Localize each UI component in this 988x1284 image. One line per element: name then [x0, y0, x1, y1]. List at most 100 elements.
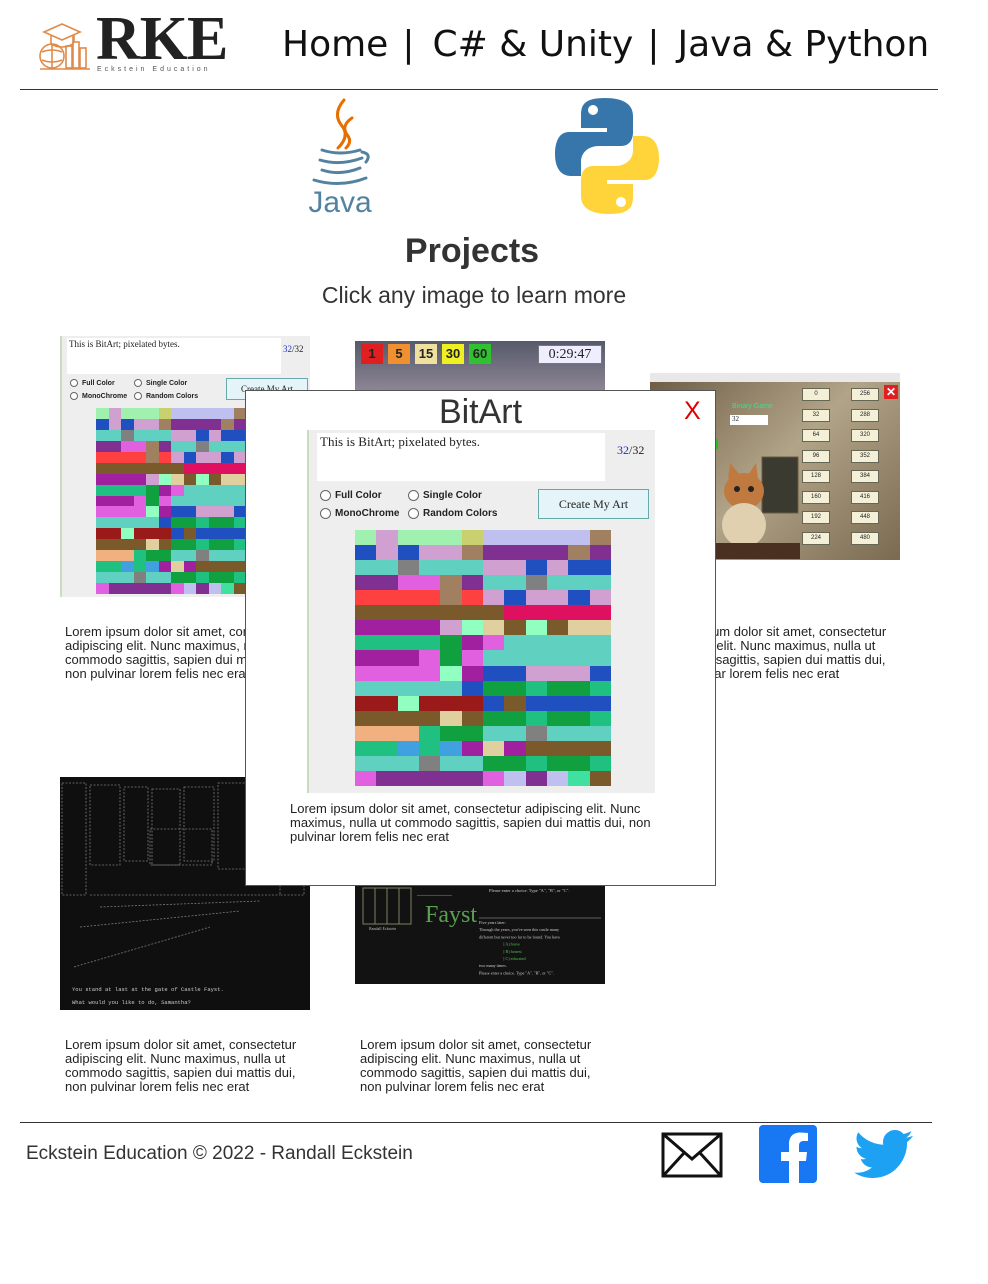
pixel-cell	[419, 650, 441, 666]
pixel-cell	[504, 605, 526, 621]
pixel-cell	[108, 451, 121, 463]
pixel-cell	[355, 725, 377, 741]
modal-bitart-screenshot: This is BitArt; pixelated bytes. 32/32 F…	[307, 430, 655, 793]
pixel-cell	[547, 650, 569, 666]
pixel-cell	[419, 740, 441, 756]
pixel-cell	[589, 560, 611, 576]
nav-java-python-link[interactable]: Java & Python	[677, 24, 929, 65]
nav-home-link[interactable]: Home	[282, 24, 388, 65]
binary-value-box: 352	[851, 449, 879, 463]
pixel-cell	[376, 530, 398, 546]
pixel-cell	[397, 770, 419, 786]
pixel-cell	[589, 680, 611, 696]
radio-monochrome: MonoChrome	[320, 508, 399, 519]
pixel-cell	[440, 725, 462, 741]
pixel-cell	[589, 620, 611, 636]
pixel-cell	[568, 560, 590, 576]
nav-separator: |	[647, 24, 660, 65]
pixel-cell	[461, 590, 483, 606]
bitart-textarea: This is BitArt; pixelated bytes.	[317, 433, 605, 481]
pixel-cell	[221, 539, 234, 551]
pixel-cell	[171, 583, 184, 594]
pixel-cell	[568, 725, 590, 741]
binary-value-box: 160	[802, 490, 830, 504]
pixel-cell	[440, 770, 462, 786]
modal-close-button[interactable]: X	[684, 397, 701, 426]
pixel-cell	[108, 528, 121, 540]
timer-button: 15	[415, 344, 437, 364]
pixel-cell	[547, 680, 569, 696]
pixel-cell	[461, 530, 483, 546]
console-line: ] A) brave	[503, 942, 520, 947]
pixel-cell	[568, 590, 590, 606]
pixel-cell	[355, 620, 377, 636]
pixel-cell	[504, 695, 526, 711]
pixel-cell	[397, 650, 419, 666]
castle-line-1: You stand at last at the gate of Castle …	[72, 986, 224, 993]
pixel-cell	[183, 561, 196, 573]
pixel-cell	[121, 539, 134, 551]
pixel-cell	[133, 561, 146, 573]
header-divider	[20, 89, 938, 90]
pixel-cell	[96, 473, 109, 485]
pixel-cell	[158, 484, 171, 496]
pixel-cell	[461, 620, 483, 636]
pixel-cell	[397, 635, 419, 651]
pixel-cell	[397, 755, 419, 771]
pixel-cell	[183, 451, 196, 463]
radio-single-color: Single Color	[408, 490, 482, 501]
pixel-cell	[221, 440, 234, 452]
pixel-cell	[483, 755, 505, 771]
pixel-cell	[568, 545, 590, 561]
facebook-icon[interactable]	[759, 1125, 817, 1183]
pixel-cell	[547, 665, 569, 681]
pixel-cell	[568, 680, 590, 696]
pixel-cell	[96, 517, 109, 529]
pixel-cell	[355, 605, 377, 621]
logo-emblem-icon[interactable]	[36, 20, 92, 72]
pixel-cell	[483, 545, 505, 561]
pixel-cell	[158, 572, 171, 584]
pixel-cell	[121, 495, 134, 507]
pixel-cell	[440, 740, 462, 756]
pixel-cell	[171, 572, 184, 584]
mail-icon[interactable]	[660, 1131, 724, 1179]
python-logo-icon	[553, 96, 661, 218]
pixel-cell	[221, 408, 234, 419]
pixel-cell	[121, 572, 134, 584]
pixel-cell	[397, 575, 419, 591]
pixel-cell	[133, 517, 146, 529]
radio-single-color: Single Color	[134, 379, 187, 387]
pixel-cell	[568, 755, 590, 771]
pixel-cell	[108, 418, 121, 430]
pixel-cell	[146, 462, 159, 474]
pixel-cell	[525, 740, 547, 756]
pixel-cell	[397, 530, 419, 546]
pixel-cell	[355, 755, 377, 771]
twitter-icon[interactable]	[854, 1130, 914, 1180]
nav-csharp-unity-link[interactable]: C# & Unity	[432, 24, 633, 65]
pixel-cell	[146, 451, 159, 463]
pixel-cell	[108, 572, 121, 584]
pixel-cell	[196, 528, 209, 540]
pixel-cell	[208, 572, 221, 584]
project-thumbnail-console[interactable]: _____ Fayst Randall Eckstein Please ente…	[355, 884, 605, 984]
console-line: ] C) educated	[503, 956, 526, 961]
pixel-cell	[96, 539, 109, 551]
pixel-cell	[158, 506, 171, 518]
pixel-cell	[355, 590, 377, 606]
pixel-cell	[376, 545, 398, 561]
project-description: Lorem ipsum dolor sit amet, consectetur …	[360, 1037, 592, 1094]
pixel-art-grid	[355, 530, 611, 786]
logo-text[interactable]: RKE	[96, 8, 228, 70]
pixel-cell	[547, 755, 569, 771]
pixel-cell	[504, 575, 526, 591]
pixel-cell	[133, 473, 146, 485]
pixel-cell	[221, 550, 234, 562]
pixel-cell	[355, 710, 377, 726]
pixel-cell	[196, 484, 209, 496]
pixel-cell	[146, 429, 159, 441]
pixel-cell	[183, 539, 196, 551]
pixel-cell	[461, 665, 483, 681]
console-line: Through the years, you've seen this cast…	[479, 927, 560, 933]
